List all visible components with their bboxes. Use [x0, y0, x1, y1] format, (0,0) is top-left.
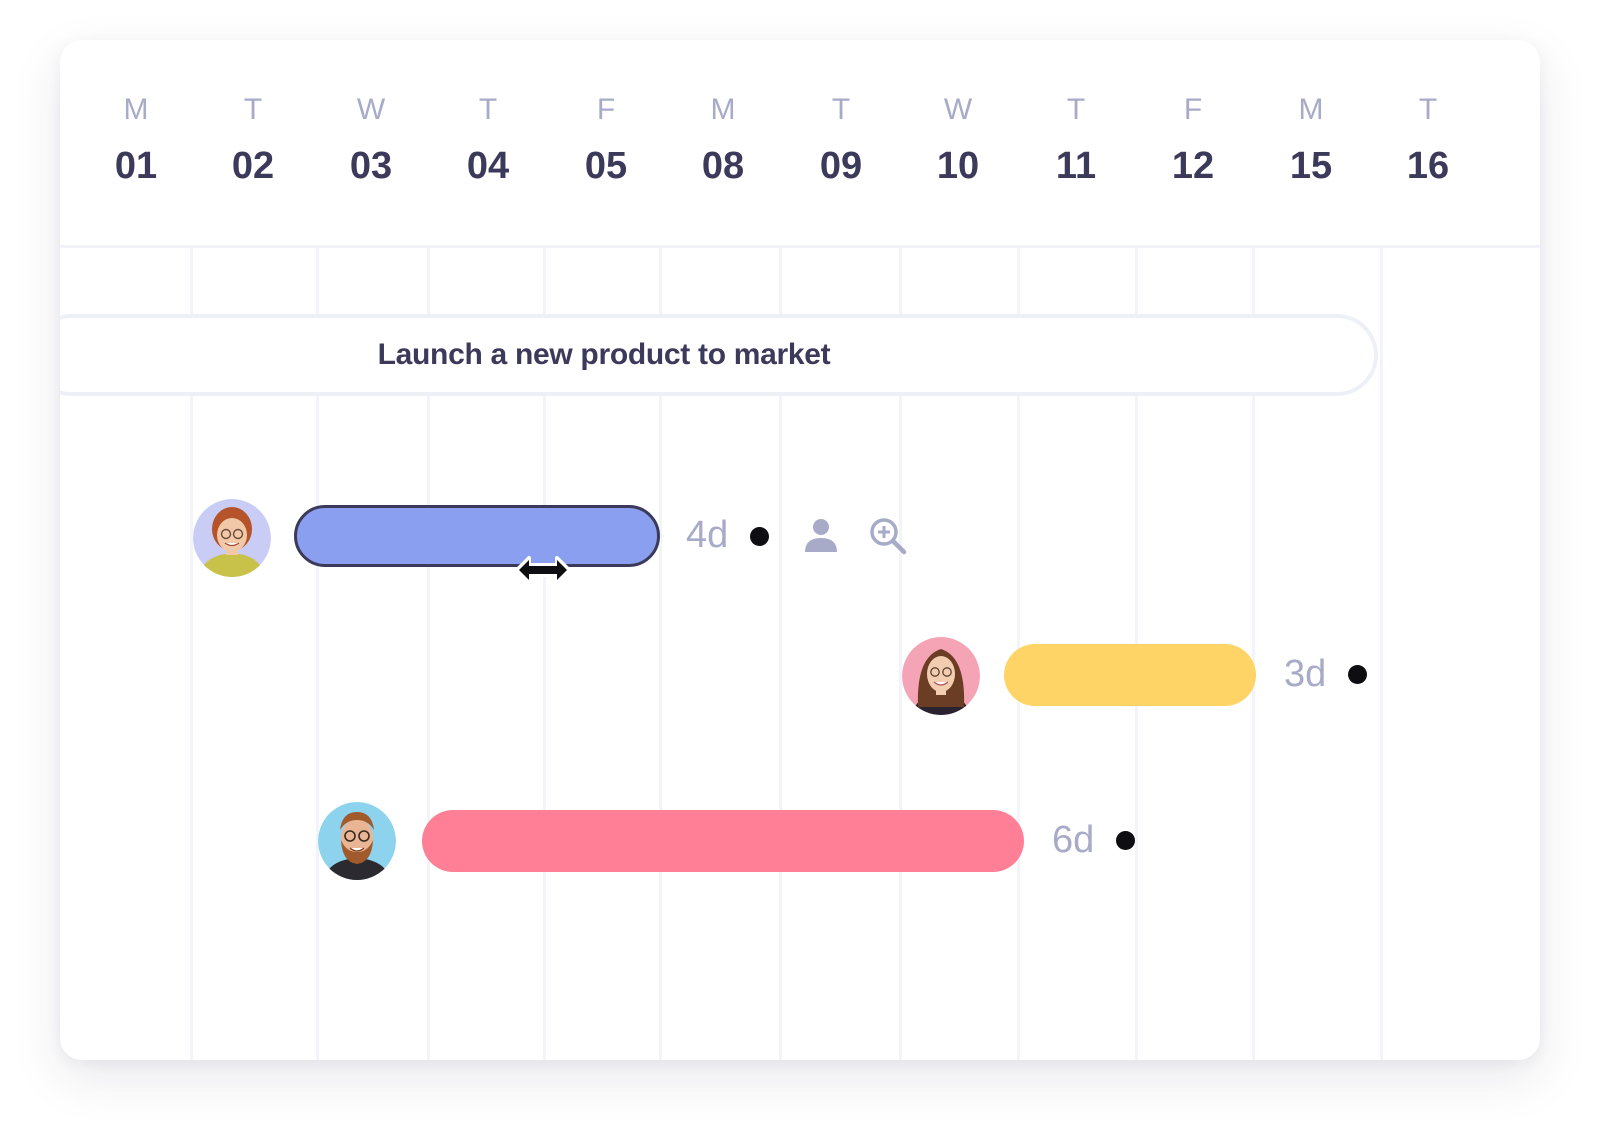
weekday-label: W: [356, 93, 386, 126]
task-duration: 4d: [686, 514, 729, 556]
timeline-header: M 01 T 02 W 03 T 04 F 05 M 08 T 09 W 10: [60, 40, 1540, 248]
assignee-avatar[interactable]: [902, 637, 980, 715]
date-label: 15: [1289, 145, 1333, 187]
task-bar[interactable]: [422, 810, 1024, 872]
date-label: 04: [466, 145, 510, 187]
day-column-header: T 09: [781, 92, 901, 188]
assignee-avatar[interactable]: [193, 499, 271, 577]
person-icon[interactable]: [801, 516, 841, 556]
weekday-label: F: [596, 93, 616, 126]
task-bar[interactable]: [294, 505, 660, 567]
resize-horizontal-cursor-icon: [515, 552, 571, 588]
weekday-label: T: [831, 93, 851, 126]
weekday-label: T: [1418, 93, 1438, 126]
date-label: 02: [231, 145, 275, 187]
date-label: 08: [701, 145, 745, 187]
day-column-header: W 10: [898, 92, 1018, 188]
task-bar[interactable]: [1004, 644, 1256, 706]
weekday-label: W: [943, 93, 973, 126]
weekday-label: M: [1298, 93, 1324, 126]
weekday-label: T: [478, 93, 498, 126]
day-column-header: T 04: [428, 92, 548, 188]
day-column-header: T 02: [193, 92, 313, 188]
day-column-header: M 15: [1251, 92, 1371, 188]
day-column-header: W 03: [311, 92, 431, 188]
day-column-header: F 12: [1133, 92, 1253, 188]
date-label: 03: [349, 145, 393, 187]
task-duration: 3d: [1284, 653, 1327, 695]
weekday-label: M: [710, 93, 736, 126]
zoom-in-icon[interactable]: [868, 516, 908, 556]
day-column-header: F 05: [546, 92, 666, 188]
weekday-label: T: [1066, 93, 1086, 126]
assignee-avatar[interactable]: [318, 802, 396, 880]
gantt-card: M 01 T 02 W 03 T 04 F 05 M 08 T 09 W 10: [60, 40, 1540, 1060]
date-label: 11: [1055, 145, 1097, 187]
weekday-label: M: [123, 93, 149, 126]
task-duration: 6d: [1052, 819, 1095, 861]
day-column-header: M 01: [76, 92, 196, 188]
date-label: 16: [1406, 145, 1450, 187]
weekday-label: T: [243, 93, 263, 126]
project-title: Launch a new product to market: [377, 338, 831, 371]
date-label: 05: [584, 145, 628, 187]
date-label: 10: [936, 145, 980, 187]
day-column-header: T 16: [1368, 92, 1488, 188]
dependency-connector-dot[interactable]: [1116, 831, 1135, 850]
day-column-header: T 11: [1016, 92, 1136, 188]
day-column-header: M 08: [663, 92, 783, 188]
weekday-label: F: [1183, 93, 1203, 126]
date-label: 01: [114, 145, 158, 187]
grid-line: [1380, 248, 1383, 1060]
date-label: 09: [819, 145, 863, 187]
project-summary-bar[interactable]: Launch a new product to market: [60, 314, 1378, 396]
dependency-connector-dot[interactable]: [1348, 665, 1367, 684]
dependency-connector-dot[interactable]: [750, 527, 769, 546]
date-label: 12: [1171, 145, 1215, 187]
